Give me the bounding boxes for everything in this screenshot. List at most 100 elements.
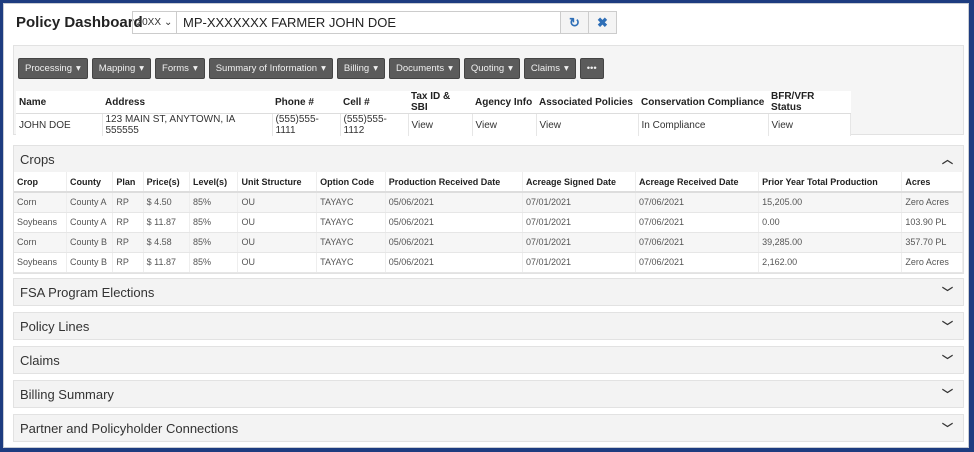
table-cell: 15,205.00 bbox=[758, 192, 903, 213]
menu-summary-of-information-button[interactable]: Summary of Information ▾ bbox=[208, 58, 333, 79]
view-link[interactable]: View bbox=[408, 113, 473, 136]
table-row: JOHN DOE 123 MAIN ST, ANYTOWN, IA 555555(… bbox=[16, 113, 851, 136]
section-header[interactable]: Billing Summary ﹀ bbox=[14, 381, 963, 407]
button-label: Claims bbox=[530, 63, 560, 74]
table-row: Corn County A RP $ 4.50 85% OU TAYAYC 05/06/202… bbox=[14, 192, 963, 213]
column-header: Acreage Received Date bbox=[635, 172, 760, 193]
table-cell: 07/06/2021 bbox=[635, 192, 760, 213]
policy-input[interactable]: MP-XXXXXXX FARMER JOHN DOE bbox=[177, 12, 560, 33]
caret-down-icon: ▾ bbox=[373, 63, 379, 74]
chevron-up-icon: ︿ bbox=[942, 154, 953, 166]
section-header[interactable]: Claims ﹀ bbox=[14, 347, 963, 373]
column-header: Phone # bbox=[272, 91, 340, 114]
table-cell: $ 4.50 bbox=[143, 192, 191, 213]
table-cell: 07/06/2021 bbox=[635, 232, 760, 253]
menu-forms-button[interactable]: Forms ▾ bbox=[155, 58, 205, 79]
column-header: Conservation Compliance bbox=[638, 91, 768, 114]
table-cell: 05/06/2021 bbox=[385, 232, 524, 253]
menu-claims-button[interactable]: Claims ▾ bbox=[523, 58, 576, 79]
menu-billing-button[interactable]: Billing ▾ bbox=[336, 58, 386, 79]
column-header: Acreage Signed Date bbox=[522, 172, 636, 193]
refresh-icon: ↻ bbox=[569, 14, 580, 30]
menu-mapping-button[interactable]: Mapping ▾ bbox=[91, 58, 152, 79]
table-cell: 123 MAIN ST, ANYTOWN, IA 555555 bbox=[102, 113, 273, 136]
view-link[interactable]: View bbox=[472, 113, 537, 136]
section-title: Policy Lines bbox=[20, 318, 90, 334]
button-label: Mapping bbox=[98, 63, 136, 74]
button-label: Forms bbox=[162, 63, 189, 74]
table-cell: 85% bbox=[189, 192, 239, 213]
column-header: Agency Info bbox=[472, 91, 536, 114]
menu-documents-button[interactable]: Documents ▾ bbox=[389, 58, 460, 79]
caret-down-icon: ▾ bbox=[448, 63, 453, 74]
table-cell: Zero Acres bbox=[901, 192, 963, 213]
table-cell: TAYAYC bbox=[316, 232, 386, 253]
view-link[interactable]: View bbox=[768, 113, 851, 136]
policy-panel: Processing ▾ Mapping ▾ Forms ▾ Summary of Info… bbox=[13, 45, 964, 136]
crops-header[interactable]: Crops ︿ bbox=[14, 146, 963, 172]
button-label: Quoting bbox=[470, 63, 505, 74]
view-link[interactable]: View bbox=[536, 113, 639, 136]
table-cell: 07/01/2021 bbox=[522, 192, 636, 213]
column-header: Address bbox=[102, 91, 272, 114]
table-cell: Soybeans bbox=[14, 252, 67, 273]
year-select[interactable]: 20XX ⌄ bbox=[133, 12, 177, 33]
more-button[interactable]: ••• bbox=[579, 58, 604, 79]
table-cell: RP bbox=[112, 232, 144, 253]
table-cell: JOHN DOE bbox=[16, 113, 103, 136]
chevron-down-icon: ﹀ bbox=[942, 389, 953, 401]
chevron-down-icon: ﹀ bbox=[942, 287, 953, 299]
more-icon: ••• bbox=[586, 63, 597, 74]
button-label: Summary of Information bbox=[215, 63, 318, 74]
table-cell: 357.70 PL bbox=[901, 232, 963, 253]
section-title: Crops bbox=[20, 151, 55, 167]
table-cell: Corn bbox=[14, 232, 67, 253]
table-cell: 103.90 PL bbox=[901, 212, 963, 233]
table-cell: 85% bbox=[189, 252, 239, 273]
column-header: Unit Structure bbox=[237, 172, 318, 193]
section-partner-and-policyholder-connections: Partner and Policyholder Connections ﹀ bbox=[13, 414, 964, 442]
table-cell: 05/06/2021 bbox=[385, 252, 524, 273]
refresh-button[interactable]: ↻ bbox=[560, 12, 588, 33]
column-header: County bbox=[66, 172, 114, 193]
section-header[interactable]: Policy Lines ﹀ bbox=[14, 313, 963, 339]
table-cell: County B bbox=[66, 252, 114, 273]
table-cell: 2,162.00 bbox=[758, 252, 903, 273]
table-cell: $ 4.58 bbox=[143, 232, 191, 253]
table-cell: 0.00 bbox=[758, 212, 903, 233]
section-claims: Claims ﹀ bbox=[13, 346, 964, 374]
caret-down-icon: ▾ bbox=[563, 63, 569, 74]
table-cell: OU bbox=[237, 252, 318, 273]
table-row: Soybeans County A RP $ 11.87 85% OU TAYAYC 05/0… bbox=[14, 212, 963, 233]
table-cell: 07/01/2021 bbox=[522, 252, 636, 273]
chevron-down-icon: ﹀ bbox=[942, 423, 953, 435]
table-cell: RP bbox=[112, 252, 144, 273]
column-header: Associated Policies bbox=[536, 91, 638, 114]
column-header: BFR/VFR Status bbox=[768, 91, 850, 114]
table-cell: TAYAYC bbox=[316, 192, 386, 213]
policyholder-table: Name Address Phone # Cell # Tax ID & SBI Agen… bbox=[16, 91, 851, 136]
clear-button[interactable]: ✖ bbox=[588, 12, 616, 33]
table-cell: 07/01/2021 bbox=[522, 212, 636, 233]
table-cell: $ 11.87 bbox=[143, 252, 191, 273]
button-label: Processing bbox=[25, 63, 72, 74]
column-header: Tax ID & SBI bbox=[408, 91, 472, 114]
column-header: Option Code bbox=[316, 172, 386, 193]
table-row: Soybeans County B RP $ 11.87 85% OU TAYAYC 05/0… bbox=[14, 252, 963, 273]
table-cell: In Compliance bbox=[638, 113, 769, 136]
table-cell: OU bbox=[237, 192, 318, 213]
caret-down-icon: ▾ bbox=[192, 63, 198, 74]
section-title: Billing Summary bbox=[20, 386, 114, 402]
caret-down-icon: ▾ bbox=[139, 63, 145, 74]
caret-down-icon: ▾ bbox=[76, 63, 81, 74]
menu-quoting-button[interactable]: Quoting ▾ bbox=[463, 58, 520, 79]
column-header: Production Received Date bbox=[385, 172, 524, 193]
crops-table: Crop County Plan Price(s) Level(s) Unit Struc… bbox=[14, 172, 963, 273]
section-header[interactable]: FSA Program Elections ﹀ bbox=[14, 279, 963, 305]
table-cell: $ 11.87 bbox=[143, 212, 191, 233]
section-header[interactable]: Partner and Policyholder Connections ﹀ bbox=[14, 415, 963, 441]
table-cell: County A bbox=[66, 212, 114, 233]
menu-processing-button[interactable]: Processing ▾ bbox=[18, 58, 88, 79]
table-cell: 85% bbox=[189, 232, 239, 253]
table-cell: RP bbox=[112, 212, 144, 233]
